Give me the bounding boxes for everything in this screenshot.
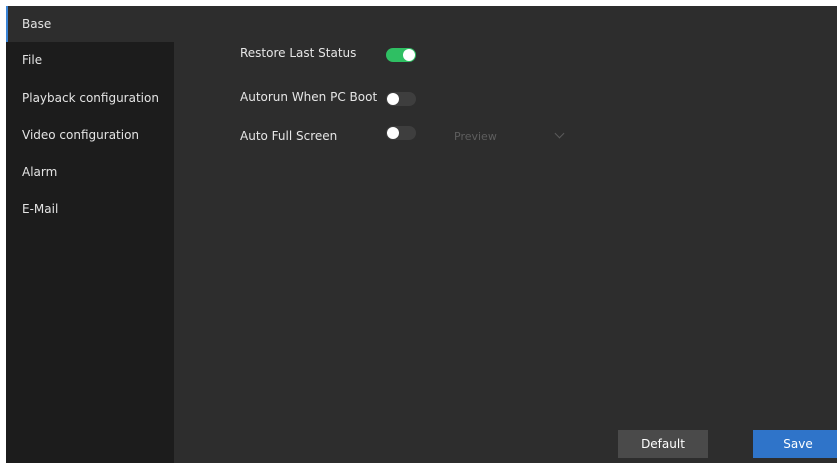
settings-panel: Restore Last Status Autorun When PC Boot… [174,6,837,463]
sidebar-item-base[interactable]: Base [6,6,174,42]
full-screen-mode-value: Preview [454,129,497,143]
restore-last-status-toggle[interactable] [386,48,416,62]
sidebar-item-label: Video configuration [22,128,140,142]
toggle-knob [387,93,399,105]
sidebar-item-label: Playback configuration [22,91,159,105]
auto-full-screen-label: Auto Full Screen [240,129,338,143]
sidebar-item-label: E-Mail [22,202,59,216]
toggle-knob [387,127,399,139]
sidebar-item-alarm[interactable]: Alarm [6,154,174,190]
sidebar-item-label: File [22,53,43,67]
settings-window: Base File Playback configuration Video c… [6,6,837,463]
restore-last-status-label: Restore Last Status [240,46,357,60]
sidebar-item-label: Alarm [22,165,58,179]
toggle-knob [403,49,415,61]
full-screen-mode-select[interactable]: Preview [454,127,574,145]
chevron-down-icon [554,128,565,139]
save-button[interactable]: Save [753,430,837,458]
auto-full-screen-toggle[interactable] [386,126,416,140]
sidebar-item-video-configuration[interactable]: Video configuration [6,117,174,153]
sidebar-item-file[interactable]: File [6,42,174,78]
sidebar-item-email[interactable]: E-Mail [6,191,174,227]
default-button[interactable]: Default [618,430,708,458]
sidebar-item-playback-configuration[interactable]: Playback configuration [6,80,174,116]
autorun-when-pc-boot-toggle[interactable] [386,92,416,106]
sidebar-item-label: Base [22,17,52,31]
sidebar: Base File Playback configuration Video c… [6,6,174,463]
autorun-when-pc-boot-label: Autorun When PC Boot [240,90,378,104]
